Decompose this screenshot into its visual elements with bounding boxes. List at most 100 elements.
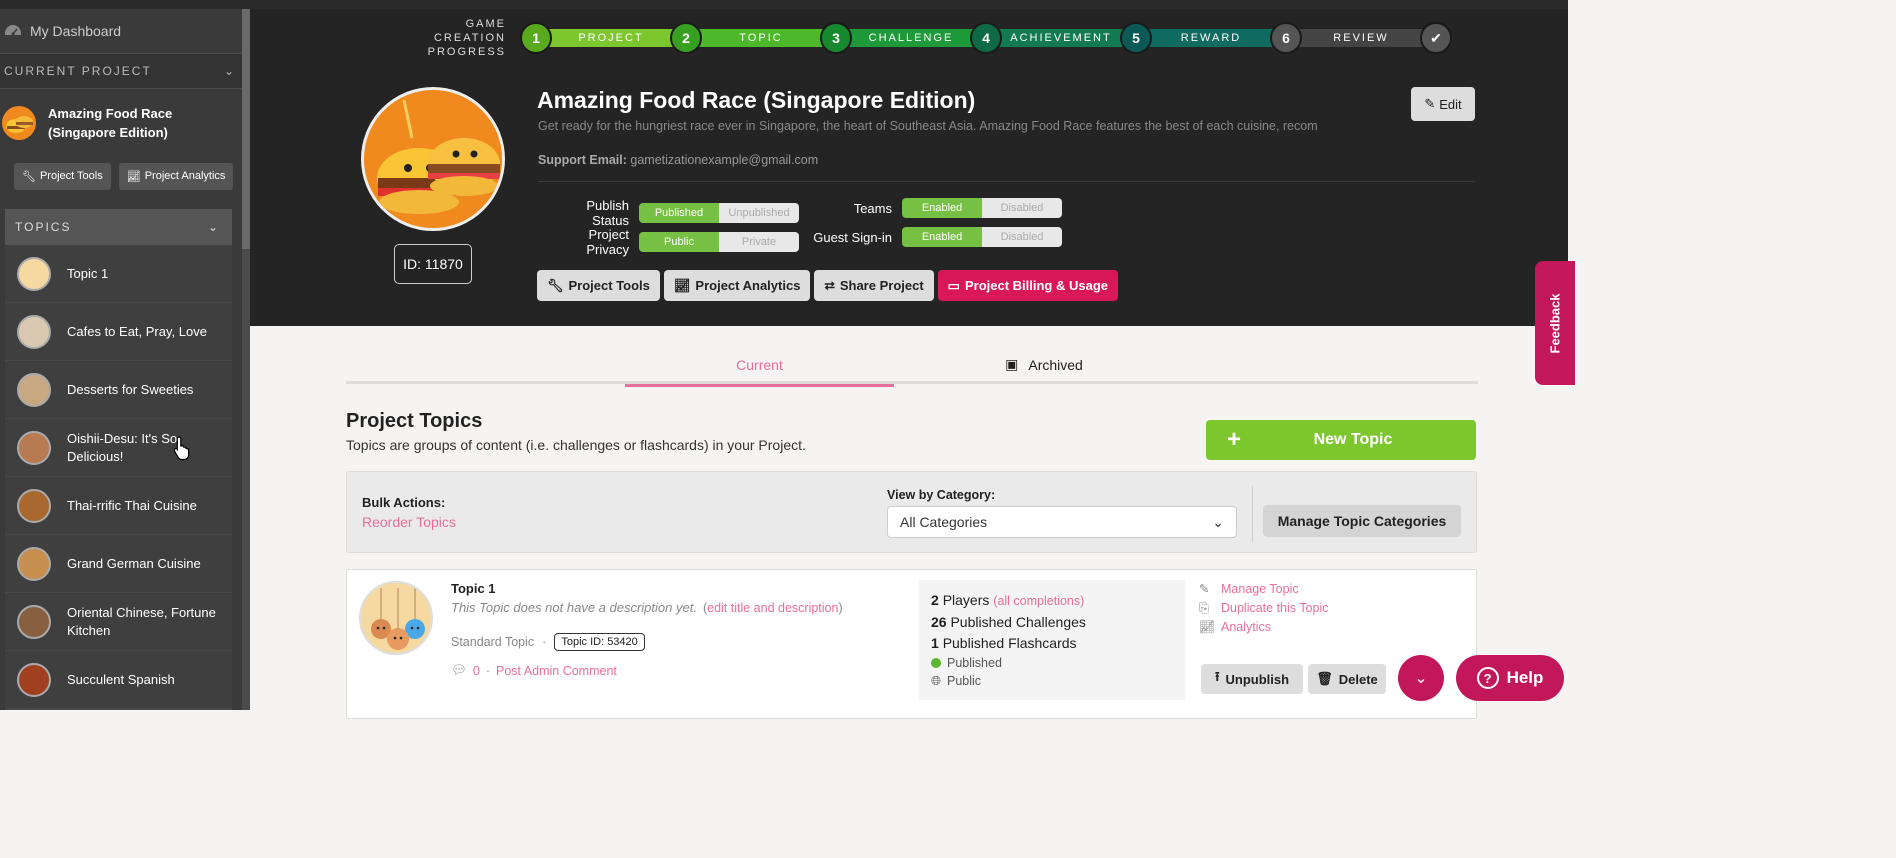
progress-step[interactable]: 5 REWARD: [1120, 21, 1274, 55]
guest-signin-toggle[interactable]: Enabled Disabled: [902, 227, 1062, 247]
all-completions-link[interactable]: (all completions): [993, 594, 1084, 608]
topic-description: This Topic does not have a description y…: [451, 600, 843, 615]
topic-thumbnail: [17, 604, 51, 639]
topics-header[interactable]: TOPICS ⌄: [5, 209, 232, 245]
divider: [1252, 486, 1253, 542]
challenges-label: Published Challenges: [950, 614, 1086, 630]
comment-icon: 💬︎: [451, 663, 467, 677]
guest-signin-label: Guest Sign-in: [813, 229, 892, 245]
edit-project-button[interactable]: ✎ Edit: [1411, 87, 1475, 121]
unpublish-button[interactable]: ⭱ Unpublish: [1201, 664, 1303, 694]
dashboard-link[interactable]: My Dashboard: [0, 9, 250, 53]
green-dot-icon: [931, 658, 941, 668]
tab-current-label: Current: [736, 356, 783, 373]
teams-disabled-option[interactable]: Disabled: [982, 198, 1062, 218]
sidebar-topic-item[interactable]: Desserts for Sweeties: [5, 361, 232, 419]
project-analytics-button[interactable]: 📈︎ Project Analytics: [663, 270, 811, 301]
edit-icon: ✎: [1199, 582, 1210, 596]
project-description: Get ready for the hungriest race ever in…: [538, 119, 1318, 133]
unpublished-option[interactable]: Unpublished: [719, 203, 799, 223]
progress-step[interactable]: 4 ACHIEVEMENT: [970, 21, 1124, 55]
dashboard-icon: [5, 25, 21, 36]
sidebar-topic-item[interactable]: Grand German Cuisine: [5, 535, 232, 593]
sidebar-topic-item[interactable]: Topic 1: [5, 245, 232, 303]
teams-toggle[interactable]: Enabled Disabled: [902, 198, 1062, 218]
section-subtitle: Topics are groups of content (i.e. chall…: [346, 437, 806, 453]
new-topic-button[interactable]: + New Topic: [1206, 420, 1476, 460]
sidebar-topic-item[interactable]: Succulent Spanish: [5, 651, 232, 709]
topics-heading: TOPICS: [15, 220, 72, 234]
public-option[interactable]: Public: [639, 232, 719, 252]
topic-title[interactable]: Topic 1: [451, 581, 496, 596]
project-tools-button[interactable]: 🔧︎ Project Tools: [537, 270, 660, 301]
feedback-label: Feedback: [1547, 293, 1563, 353]
progress-step-number: 2: [670, 22, 702, 54]
progress-step[interactable]: 3 CHALLENGE: [820, 21, 974, 55]
topic-comments: 💬︎ 0 · Post Admin Comment: [451, 663, 617, 678]
topic-thumbnail: [17, 546, 51, 581]
progress-step-label: CHALLENGE: [848, 29, 974, 47]
sidebar-topic-label: Grand German Cuisine: [67, 555, 201, 571]
current-project-header[interactable]: CURRENT PROJECT ⌄: [0, 53, 250, 89]
sidebar-topic-label: Desserts for Sweeties: [67, 381, 194, 397]
category-select[interactable]: All Categories ⌄: [887, 506, 1237, 538]
share-project-button[interactable]: ⮂ Share Project: [814, 270, 934, 301]
duplicate-topic-link[interactable]: ⎘ Duplicate this Topic: [1199, 599, 1328, 618]
project-avatar: [2, 106, 36, 140]
progress-step[interactable]: 6 REVIEW: [1270, 21, 1424, 55]
sidebar-project-tools-button[interactable]: 🔧︎ Project Tools: [14, 162, 111, 190]
sidebar-scrollbar[interactable]: [242, 9, 250, 710]
scrollbar-thumb[interactable]: [242, 9, 250, 249]
progress-step[interactable]: 2 TOPIC: [670, 21, 824, 55]
project-name-line1: Amazing Food Race: [48, 106, 173, 121]
scroll-down-button[interactable]: ⌄: [1398, 655, 1444, 701]
tab-current[interactable]: Current: [625, 345, 894, 387]
players-count: 2: [931, 592, 939, 608]
separator-dot: ·: [542, 635, 547, 649]
guest-disabled-option[interactable]: Disabled: [982, 227, 1062, 247]
copy-icon: ⎘: [1199, 601, 1210, 615]
check-icon[interactable]: ✔: [1420, 22, 1452, 54]
current-project[interactable]: Amazing Food Race (Singapore Edition): [0, 89, 250, 147]
plus-icon: +: [1226, 426, 1241, 453]
topic-analytics-label: Analytics: [1221, 620, 1272, 634]
edit-description-link[interactable]: edit title and description: [707, 601, 838, 615]
sidebar-topic-item[interactable]: Thai-rrific Thai Cuisine: [5, 477, 232, 535]
manage-topic-categories-button[interactable]: Manage Topic Categories: [1263, 505, 1461, 537]
publish-status-toggle[interactable]: Published Unpublished: [639, 203, 799, 223]
share-icon: ⮂: [824, 277, 835, 293]
post-admin-comment-link[interactable]: Post Admin Comment: [496, 664, 617, 678]
edit-description-wrapper: (edit title and description): [702, 601, 843, 615]
sidebar-topic-item[interactable]: Cafes to Eat, Pray, Love: [5, 303, 232, 361]
topic-stats: 2 Players (all completions) 26 Published…: [919, 580, 1185, 700]
topic-description-text: This Topic does not have a description y…: [451, 600, 697, 615]
delete-button[interactable]: 🗑︎ Delete: [1308, 664, 1386, 694]
sidebar-topic-item[interactable]: Oishii-Desu: It's So Delicious!: [5, 419, 232, 477]
reorder-topics-link[interactable]: Reorder Topics: [362, 514, 456, 530]
help-button[interactable]: ? Help: [1456, 655, 1564, 701]
teams-enabled-option[interactable]: Enabled: [902, 198, 982, 218]
published-option[interactable]: Published: [639, 203, 719, 223]
progress-step[interactable]: 1 PROJECT: [520, 21, 674, 55]
manage-topic-link[interactable]: ✎ Manage Topic: [1199, 580, 1328, 599]
sidebar-project-analytics-button[interactable]: 📈︎ Project Analytics: [118, 162, 234, 190]
topic-thumbnail: [17, 662, 51, 697]
billing-usage-label: Project Billing & Usage: [964, 278, 1109, 293]
project-privacy-toggle[interactable]: Public Private: [639, 232, 799, 252]
sidebar-top-strip: [0, 0, 250, 9]
billing-usage-button[interactable]: ▭ Project Billing & Usage: [937, 270, 1119, 301]
category-selected: All Categories: [900, 514, 988, 530]
tab-archived[interactable]: ▣ Archived: [894, 345, 1194, 384]
trash-icon: 🗑︎: [1316, 671, 1333, 686]
progress-step-label: PROJECT: [548, 29, 674, 47]
project-actions: 🔧︎ Project Tools 📈︎ Project Analytics ⮂ Sha…: [537, 270, 1119, 301]
project-header: GAME CREATION PROGRESS 1 PROJECT 2 TOPIC 3 CH…: [250, 9, 1568, 326]
sidebar-topic-item[interactable]: Oriental Chinese, Fortune Kitchen: [5, 593, 232, 651]
guest-enabled-option[interactable]: Enabled: [902, 227, 982, 247]
chart-line-icon: 📈︎: [1199, 620, 1215, 634]
private-option[interactable]: Private: [719, 232, 799, 252]
manage-topic-label: Manage Topic: [1221, 582, 1299, 596]
comment-count[interactable]: 0: [473, 664, 480, 678]
feedback-tab[interactable]: Feedback: [1535, 261, 1575, 385]
topic-analytics-link[interactable]: 📈︎ Analytics: [1199, 618, 1328, 637]
